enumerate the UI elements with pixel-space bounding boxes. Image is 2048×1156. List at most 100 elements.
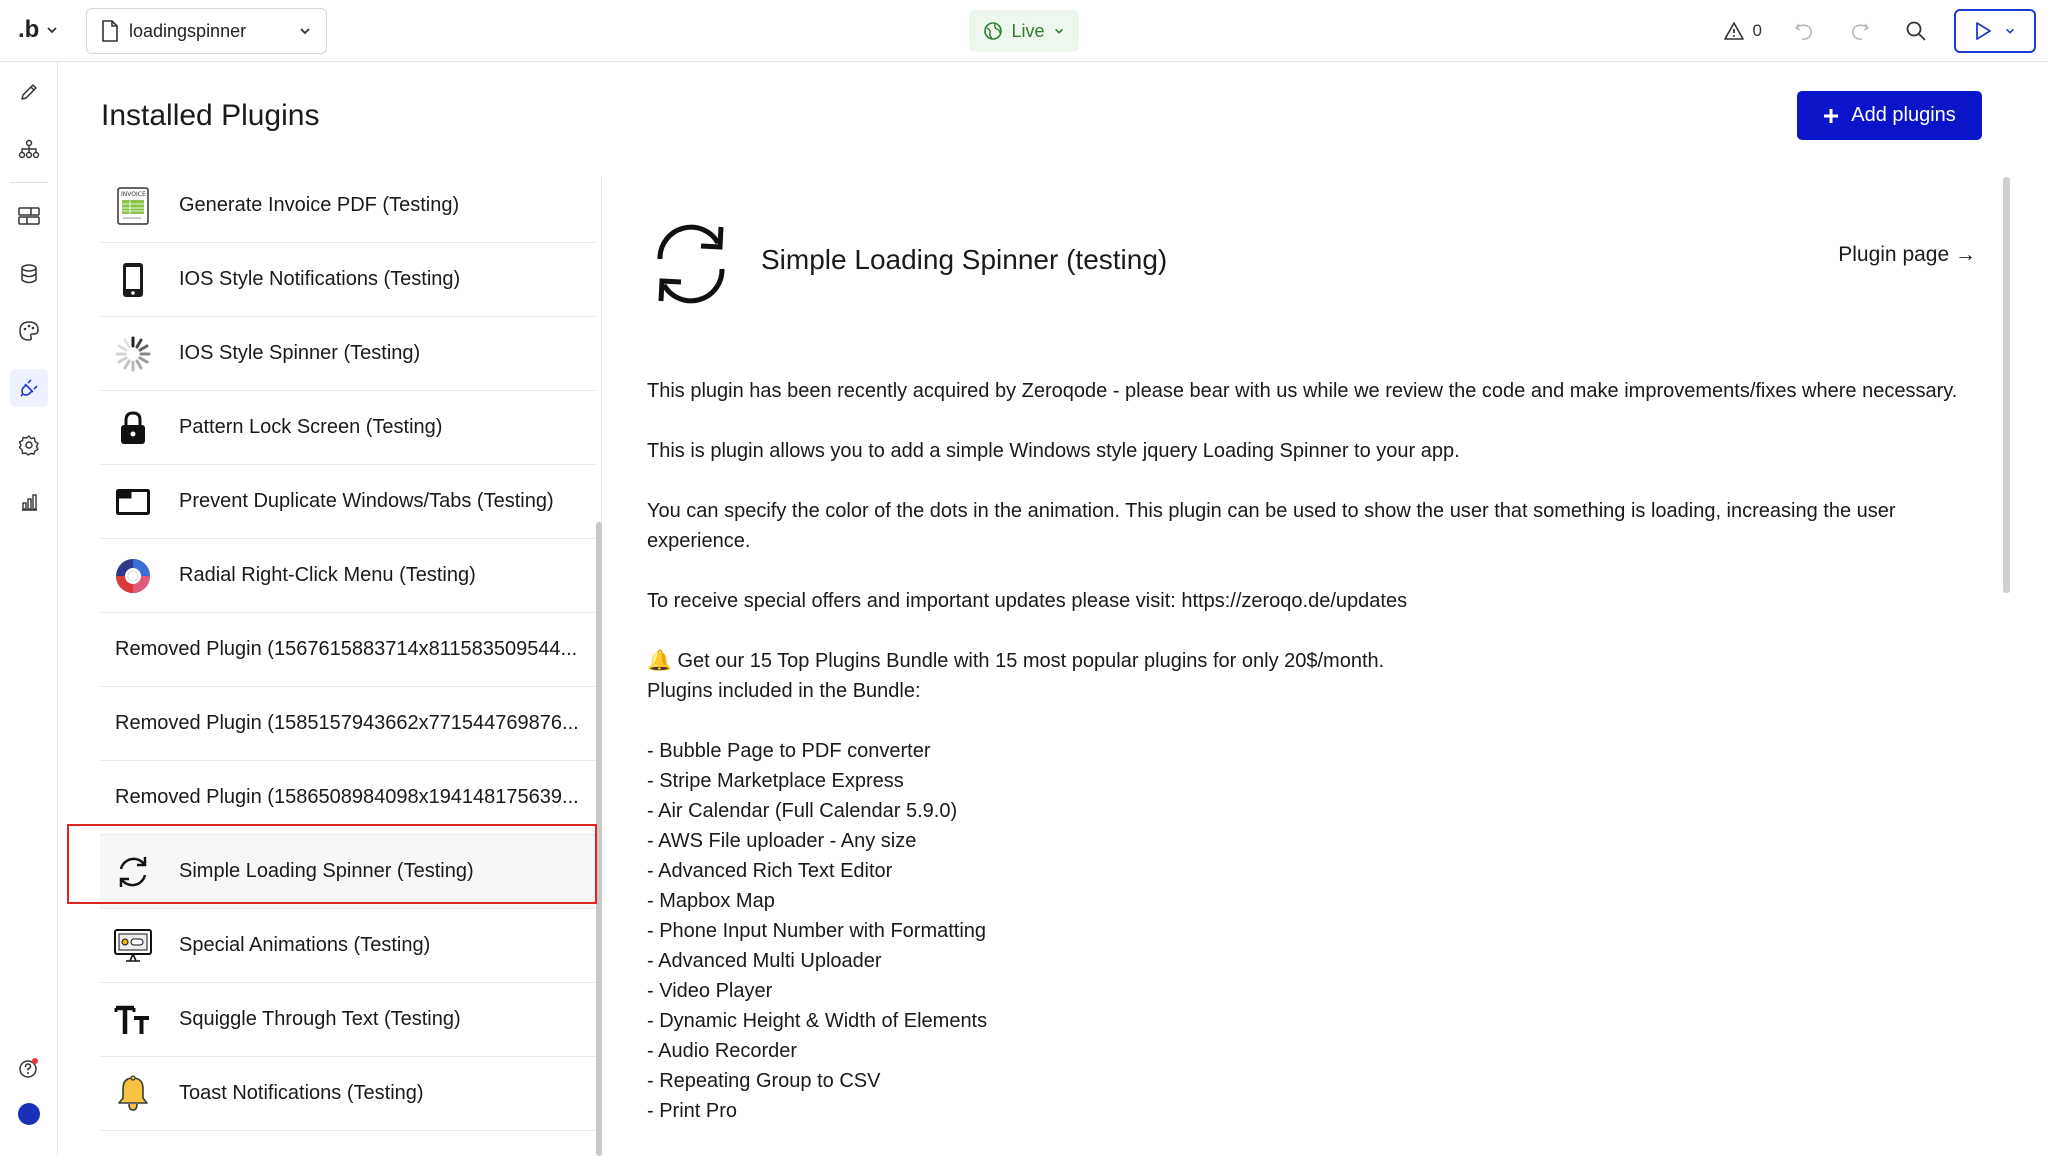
- plugin-list-scrollbar[interactable]: [596, 522, 602, 1156]
- plugin-detail-title: Simple Loading Spinner (testing): [761, 244, 1168, 275]
- description-paragraph: You can specify the color of the dots in…: [647, 500, 1896, 552]
- plugin-page-link[interactable]: Plugin page →: [1838, 243, 1976, 267]
- bundle-intro: 🔔 Get our 15 Top Plugins Bundle with 15 …: [647, 650, 1385, 672]
- styles-tab[interactable]: [10, 312, 48, 350]
- rail-divider: [10, 182, 48, 183]
- description-paragraph: This is plugin allows you to add a simpl…: [647, 440, 1460, 462]
- plugin-detail-header: Simple Loading Spinner (testing) Plugin …: [646, 219, 1976, 309]
- bundle-item: - Video Player: [647, 980, 773, 1002]
- bundle-item: - Print Pro: [647, 1100, 738, 1122]
- plugin-list-item[interactable]: Squiggle Through Text (Testing): [100, 983, 596, 1057]
- globe-icon: [984, 22, 1003, 40]
- text-size-icon: [101, 983, 165, 1057]
- live-version-selector[interactable]: Live: [969, 10, 1079, 52]
- bundle-item: - AWS File uploader - Any size: [647, 830, 917, 852]
- add-plugins-button[interactable]: Add plugins: [1797, 91, 1982, 140]
- plugin-name: Pattern Lock Screen (Testing): [179, 416, 443, 438]
- redo-icon: [1851, 23, 1870, 40]
- plugin-list-item[interactable]: Pattern Lock Screen (Testing): [100, 391, 596, 465]
- plugin-list-item[interactable]: Radial Right-Click Menu (Testing): [100, 539, 596, 613]
- plugin-name: Squiggle Through Text (Testing): [179, 1008, 461, 1030]
- search-icon: [1906, 21, 1926, 41]
- svg-text:INVOICE: INVOICE: [121, 191, 146, 198]
- bell-icon: [101, 1057, 165, 1131]
- chevron-down-icon: [2006, 28, 2014, 34]
- plugin-list-item[interactable]: IOS Style Spinner (Testing): [100, 317, 596, 391]
- plugin-name: Removed Plugin (1586508984098x1941481756…: [115, 786, 579, 808]
- logs-tab[interactable]: [10, 483, 48, 521]
- detail-scrollbar[interactable]: [2003, 177, 2010, 593]
- bar-chart-icon: [22, 494, 37, 511]
- app-logo: .b: [18, 16, 40, 43]
- issue-count: 0: [1752, 21, 1762, 40]
- plugin-list-item[interactable]: Removed Plugin (1585157943662x7715447698…: [100, 687, 596, 761]
- bundle-item: - Air Calendar (Full Calendar 5.9.0): [647, 800, 958, 822]
- plugin-list-item[interactable]: IOS Style Notifications (Testing): [100, 243, 596, 317]
- refresh-icon: [657, 224, 725, 304]
- plug-icon: [20, 379, 38, 397]
- phone-icon: [101, 243, 165, 317]
- plugin-list-item[interactable]: Prevent Duplicate Windows/Tabs (Testing): [100, 465, 596, 539]
- refresh-icon: [101, 835, 165, 909]
- workflow-tab[interactable]: [10, 130, 48, 168]
- layout-icon: [18, 207, 40, 225]
- chevron-down-icon: [300, 28, 310, 35]
- chevron-down-icon: [47, 27, 57, 34]
- data-tab[interactable]: [10, 255, 48, 293]
- plugin-name: IOS Style Spinner (Testing): [179, 342, 421, 364]
- preview-button[interactable]: [1954, 9, 2036, 53]
- plugin-list-item-selected[interactable]: Simple Loading Spinner (Testing): [100, 835, 596, 909]
- warning-icon: [1723, 22, 1744, 40]
- plugins-tab[interactable]: [10, 369, 48, 407]
- live-label: Live: [1011, 20, 1045, 41]
- plugin-list-item[interactable]: INVOICE Generate Invoice PDF (Testing): [100, 177, 596, 243]
- plugin-name: Simple Loading Spinner (Testing): [179, 860, 474, 882]
- bundle-item: - Advanced Multi Uploader: [647, 950, 882, 972]
- plugin-name: Removed Plugin (1585157943662x7715447698…: [115, 712, 579, 734]
- plugin-list: INVOICE Generate Invoice PDF (Testing) I…: [100, 177, 602, 1156]
- top-right-tools: 0: [1723, 0, 2048, 62]
- bundle-item: - Dynamic Height & Width of Elements: [647, 1010, 988, 1032]
- data-types-tab[interactable]: [10, 197, 48, 235]
- user-avatar[interactable]: [10, 1095, 48, 1133]
- plugin-name: Toast Notifications (Testing): [179, 1082, 424, 1104]
- gear-icon: [18, 435, 39, 456]
- plugin-list-item[interactable]: Toast Notifications (Testing): [100, 1057, 596, 1131]
- design-tab[interactable]: [10, 73, 48, 111]
- plugin-name: Special Animations (Testing): [179, 934, 431, 956]
- settings-tab[interactable]: [10, 426, 48, 464]
- bundle-item: - Advanced Rich Text Editor: [647, 860, 893, 882]
- animation-icon: [101, 909, 165, 983]
- plugin-detail-pane: Simple Loading Spinner (testing) Plugin …: [604, 177, 2004, 1156]
- description-paragraph: To receive special offers and important …: [647, 590, 1408, 612]
- app-logo-menu[interactable]: .b: [18, 16, 59, 44]
- redo-button[interactable]: [1832, 0, 1888, 62]
- add-plugins-label: Add plugins: [1851, 104, 1956, 126]
- plugin-list-item[interactable]: Removed Plugin (1586508984098x1941481756…: [100, 761, 596, 835]
- plugin-name: Prevent Duplicate Windows/Tabs (Testing): [179, 490, 554, 512]
- window-icon: [101, 465, 165, 539]
- search-button[interactable]: [1888, 0, 1944, 62]
- plus-icon: [1824, 108, 1839, 123]
- play-icon: [1976, 22, 1991, 40]
- help-icon: [19, 1058, 38, 1078]
- page-selector[interactable]: loadingspinner: [86, 8, 327, 54]
- bundle-item: - Phone Input Number with Formatting: [647, 920, 987, 942]
- plugin-list-item[interactable]: Special Animations (Testing): [100, 909, 596, 983]
- help-button[interactable]: [10, 1049, 48, 1087]
- issues-indicator[interactable]: 0: [1723, 21, 1762, 41]
- undo-button[interactable]: [1776, 0, 1832, 62]
- plugin-name: Generate Invoice PDF (Testing): [179, 194, 460, 216]
- chevron-down-icon: [1054, 28, 1063, 34]
- invoice-icon: INVOICE: [101, 177, 165, 243]
- bundle-item: - Bubble Page to PDF converter: [647, 740, 931, 762]
- plugin-name: Removed Plugin (1567615883714x8115835095…: [115, 638, 578, 660]
- workflow-icon: [18, 139, 40, 159]
- plugin-list-item[interactable]: Removed Plugin (1567615883714x8115835095…: [100, 613, 596, 687]
- plugin-name: IOS Style Notifications (Testing): [179, 268, 461, 290]
- page-icon: [102, 20, 118, 42]
- top-bar: .b loadingspinner Live 0: [0, 0, 2048, 62]
- bundle-item: - Repeating Group to CSV: [647, 1070, 881, 1092]
- undo-icon: [1794, 23, 1813, 40]
- bundle-item: - Mapbox Map: [647, 890, 775, 912]
